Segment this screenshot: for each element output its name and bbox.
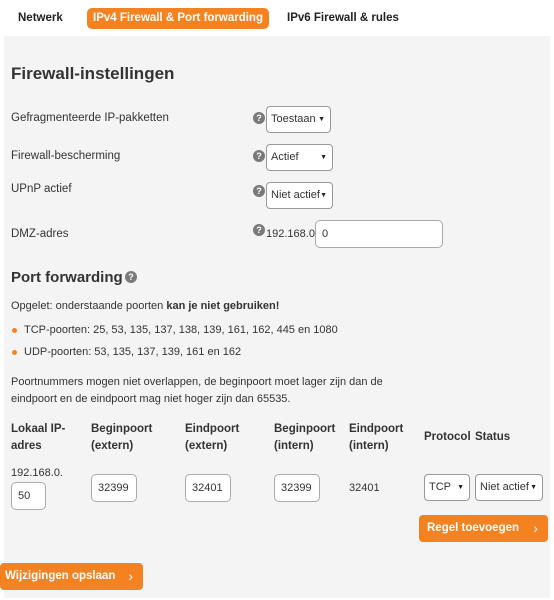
col-end-extern-line1: Eindpoort bbox=[185, 423, 240, 435]
chevron-down-icon: ▼ bbox=[318, 116, 325, 123]
upnp-value: Niet actief bbox=[271, 189, 320, 201]
col-status: Status bbox=[475, 431, 511, 443]
col-local-ip: Lokaal IP-adres bbox=[11, 421, 65, 455]
chevron-down-icon: ▼ bbox=[530, 484, 537, 491]
help-icon[interactable]: ? bbox=[125, 271, 137, 283]
col-start-extern-line2: (extern) bbox=[91, 440, 134, 452]
port-info-line-2: eindpoort en de eindpoort mag niet hoger… bbox=[11, 393, 291, 405]
firewall-title: Firewall-instellingen bbox=[11, 64, 175, 83]
col-protocol: Protocol bbox=[424, 431, 471, 443]
col-end-intern-line2: (intern) bbox=[349, 440, 389, 452]
end-port-intern-value: 32401 bbox=[349, 482, 380, 494]
help-icon[interactable]: ? bbox=[253, 150, 265, 162]
dmz-label: DMZ-adres bbox=[11, 228, 69, 240]
status-value: Niet actief bbox=[480, 481, 529, 493]
tab-netwerk[interactable]: Netwerk bbox=[18, 8, 63, 29]
protocol-value: TCP bbox=[429, 481, 451, 493]
add-rule-label: Regel toevoegen bbox=[427, 522, 520, 534]
fragmented-packets-value: Toestaan bbox=[271, 113, 316, 125]
bullet-dot bbox=[12, 350, 17, 355]
dmz-address-input[interactable]: 0 bbox=[315, 220, 443, 248]
udp-ports-note: UDP-poorten: 53, 135, 137, 139, 161 en 1… bbox=[24, 346, 242, 358]
status-select[interactable]: Niet actief ▼ bbox=[475, 474, 543, 501]
firewall-protection-select[interactable]: Actief ▼ bbox=[266, 144, 333, 171]
col-start-intern-line2: (intern) bbox=[274, 440, 314, 452]
chevron-down-icon: ▼ bbox=[320, 192, 327, 199]
ports-warning-text: Opgelet: onderstaande poorten bbox=[11, 300, 167, 312]
local-ip-prefix: 192.168.0. bbox=[11, 467, 63, 479]
upnp-label: UPnP actief bbox=[11, 183, 72, 195]
start-port-intern-input[interactable]: 32399 bbox=[274, 474, 320, 502]
help-icon[interactable]: ? bbox=[253, 224, 265, 236]
upnp-select[interactable]: Niet actief ▼ bbox=[266, 182, 333, 209]
chevron-down-icon: ▼ bbox=[457, 484, 464, 491]
firewall-protection-label: Firewall-bescherming bbox=[11, 150, 121, 162]
protocol-select[interactable]: TCP ▼ bbox=[424, 474, 470, 501]
ports-warning-bold: kan je niet gebruiken! bbox=[166, 300, 280, 312]
chevron-down-icon: ▼ bbox=[320, 154, 327, 161]
col-end-intern-line1: Eindpoort bbox=[349, 423, 404, 435]
firewall-protection-value: Actief bbox=[271, 151, 299, 163]
col-start-extern: Beginpoort (extern) bbox=[91, 421, 152, 455]
local-ip-input[interactable]: 50 bbox=[11, 482, 46, 510]
col-local-ip-line2: adres bbox=[11, 440, 42, 452]
port-info-line-1: Poortnummers mogen niet overlappen, de b… bbox=[11, 376, 383, 388]
tcp-ports-note: TCP-poorten: 25, 53, 135, 137, 138, 139,… bbox=[24, 324, 338, 336]
dmz-prefix: 192.168.0. bbox=[266, 228, 318, 240]
tab-bar: Netwerk IPv4 Firewall & Port forwarding … bbox=[0, 0, 554, 36]
fragmented-packets-select[interactable]: Toestaan ▼ bbox=[266, 106, 331, 133]
help-icon[interactable]: ? bbox=[253, 185, 265, 197]
bullet-dot bbox=[12, 328, 17, 333]
save-changes-button[interactable]: Wijzigingen opslaan › bbox=[0, 563, 143, 590]
col-end-intern: Eindpoort (intern) bbox=[349, 421, 403, 455]
end-port-extern-input[interactable]: 32401 bbox=[185, 474, 231, 502]
ports-warning: Opgelet: onderstaande poorten kan je nie… bbox=[11, 300, 279, 312]
chevron-right-icon: › bbox=[128, 568, 133, 584]
col-local-ip-line1: Lokaal IP- bbox=[11, 423, 66, 435]
tab-ipv6-firewall[interactable]: IPv6 Firewall & rules bbox=[287, 8, 399, 29]
help-icon[interactable]: ? bbox=[253, 112, 265, 124]
port-forwarding-title: Port forwarding bbox=[11, 269, 123, 286]
add-rule-button[interactable]: Regel toevoegen › bbox=[419, 515, 548, 542]
col-start-intern: Beginpoort (intern) bbox=[274, 421, 335, 455]
fragmented-packets-label: Gefragmenteerde IP-pakketten bbox=[11, 112, 169, 124]
col-end-extern: Eindpoort (extern) bbox=[185, 421, 239, 455]
col-start-extern-line1: Beginpoort bbox=[91, 423, 153, 435]
chevron-right-icon: › bbox=[533, 520, 538, 536]
start-port-extern-input[interactable]: 32399 bbox=[91, 474, 137, 502]
col-end-extern-line2: (extern) bbox=[185, 440, 228, 452]
save-changes-label: Wijzigingen opslaan bbox=[5, 570, 116, 582]
tab-ipv4-firewall[interactable]: IPv4 Firewall & Port forwarding bbox=[87, 8, 269, 29]
col-start-intern-line1: Beginpoort bbox=[274, 423, 336, 435]
